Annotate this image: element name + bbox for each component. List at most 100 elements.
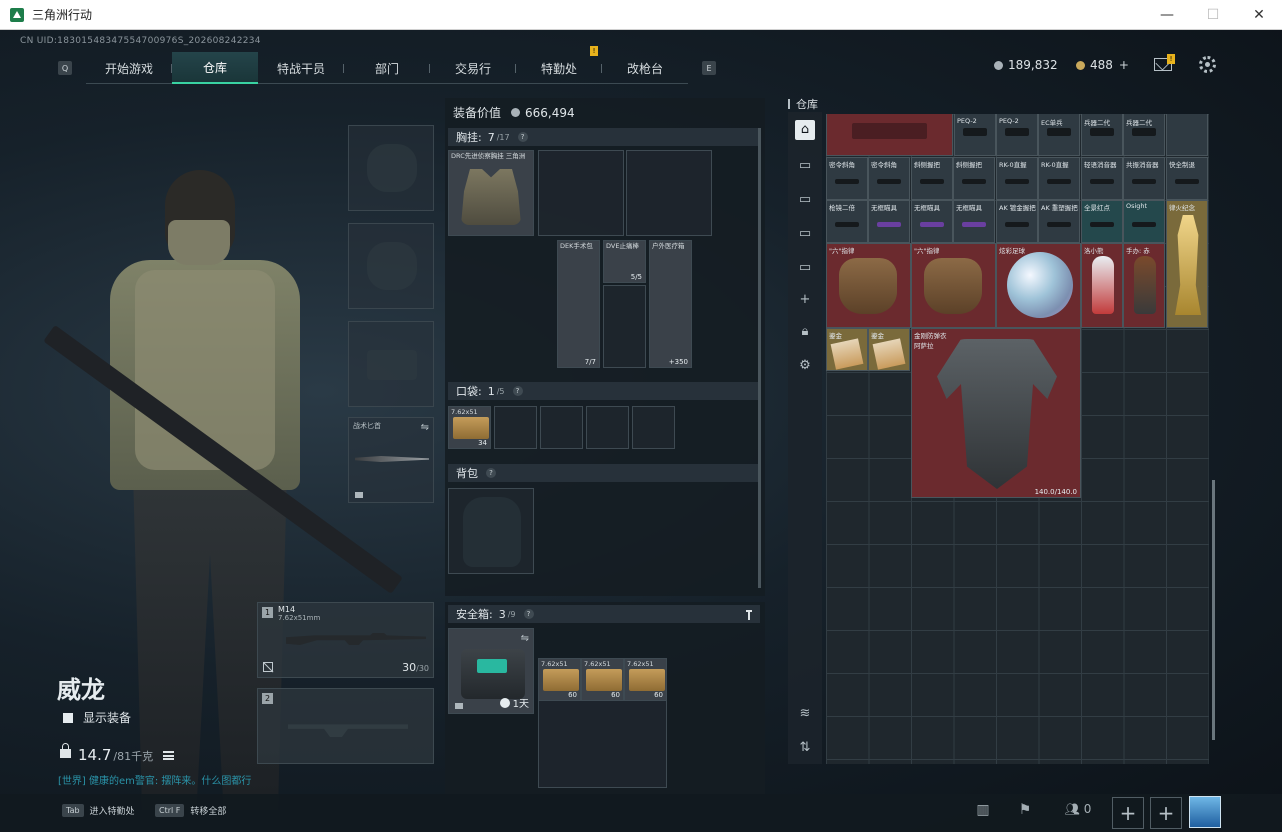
- inventory-item[interactable]: DVE止痛棒 5/5: [603, 240, 646, 283]
- warehouse-item[interactable]: 枪镜二倍: [826, 200, 868, 243]
- tab-special-ops[interactable]: 特勤处!: [516, 46, 602, 84]
- show-gear-checkbox[interactable]: [63, 712, 73, 723]
- warehouse-item[interactable]: 快全制退: [1166, 157, 1208, 200]
- warehouse-item[interactable]: PEQ-2: [954, 114, 996, 156]
- warehouse-item[interactable]: AK 镀金握把: [996, 200, 1038, 243]
- warehouse-item[interactable]: [826, 114, 953, 156]
- pocket-item[interactable]: 7.62x51 34: [448, 406, 491, 449]
- warehouse-item[interactable]: PEQ-2: [996, 114, 1038, 156]
- nav-prev-key[interactable]: Q: [58, 61, 72, 75]
- warehouse-item[interactable]: 无框瞄具: [911, 200, 953, 243]
- add-currency-button[interactable]: +: [1119, 58, 1129, 72]
- chest-slot[interactable]: [538, 150, 624, 236]
- player-avatar[interactable]: [1189, 796, 1221, 828]
- minimize-button[interactable]: —: [1144, 0, 1190, 30]
- pistol-slot[interactable]: [348, 321, 434, 407]
- swap-icon[interactable]: ⇋: [421, 422, 429, 433]
- helmet-slot[interactable]: [348, 125, 434, 211]
- chest-slot[interactable]: [626, 150, 712, 236]
- pocket-slot[interactable]: [632, 406, 675, 449]
- pocket-slot[interactable]: [540, 406, 583, 449]
- pocket-slot[interactable]: [586, 406, 629, 449]
- invite-slot-button[interactable]: +: [1112, 797, 1144, 829]
- gold-currency[interactable]: 488 +: [1076, 58, 1129, 72]
- warehouse-item[interactable]: 鎏金: [826, 328, 868, 371]
- invite-slot-button[interactable]: +: [1150, 797, 1182, 829]
- team-icon[interactable]: 👥︎ 0: [1060, 802, 1096, 822]
- storage-settings-icon[interactable]: ⚙: [795, 356, 815, 376]
- warehouse-item[interactable]: [1166, 114, 1208, 156]
- tab-department[interactable]: 部门: [344, 52, 430, 84]
- help-icon[interactable]: ?: [512, 386, 523, 396]
- stats-icon[interactable]: ▥: [972, 802, 994, 822]
- warehouse-item[interactable]: 鎏金: [868, 328, 910, 371]
- safebox-item[interactable]: 7.62x51 60: [538, 658, 581, 701]
- warehouse-item[interactable]: 律火纪念: [1166, 200, 1208, 328]
- warehouse-item[interactable]: 手办: 赤: [1123, 243, 1165, 328]
- list-icon[interactable]: [163, 751, 175, 760]
- pocket-slot[interactable]: [494, 406, 537, 449]
- storage-page-icon[interactable]: ▭: [795, 156, 815, 176]
- warehouse-item[interactable]: 轻语消音器: [1081, 157, 1123, 200]
- warehouse-item[interactable]: 斜侧握把: [953, 157, 995, 200]
- tab-start-game[interactable]: 开始游戏: [86, 52, 172, 84]
- warehouse-scrollbar[interactable]: [1212, 480, 1215, 740]
- storage-page-icon[interactable]: ▭: [795, 258, 815, 278]
- help-icon[interactable]: ?: [486, 468, 496, 478]
- chest-slot[interactable]: [603, 285, 646, 368]
- special-ops-hint[interactable]: Tab 进入特勤处: [62, 804, 135, 817]
- warehouse-item[interactable]: RK-0直握: [996, 157, 1038, 200]
- storage-tab-icon[interactable]: ⌂: [795, 120, 815, 140]
- lock-storage-icon[interactable]: 🔒︎: [795, 322, 815, 342]
- warehouse-item[interactable]: Osight: [1123, 200, 1165, 243]
- swap-icon[interactable]: ⇋: [521, 633, 529, 644]
- backpack-slot[interactable]: [448, 488, 534, 574]
- warehouse-item[interactable]: 密令斜角: [868, 157, 910, 200]
- safebox-item[interactable]: 7.62x51 60: [581, 658, 624, 701]
- warehouse-item[interactable]: 密令斜角: [826, 157, 868, 200]
- warehouse-item[interactable]: 无框瞄具: [868, 200, 910, 243]
- nav-next-key[interactable]: E: [702, 61, 716, 75]
- warehouse-item[interactable]: 洛小熊: [1081, 243, 1123, 328]
- safebox-item[interactable]: 7.62x51 60: [624, 658, 667, 701]
- pin-icon[interactable]: [746, 610, 752, 620]
- inventory-item[interactable]: 户外医疗箱 +350: [649, 240, 692, 368]
- melee-slot[interactable]: 战术匕首 ⇋: [348, 417, 434, 503]
- settings-gear-icon[interactable]: [1199, 56, 1216, 73]
- warehouse-grid[interactable]: PEQ-2 PEQ-2 EC单兵 兵器二代 兵器二代 密令斜角 密令斜角 斜侧握…: [826, 114, 1209, 764]
- warehouse-item[interactable]: AK 重塑握把: [1038, 200, 1080, 243]
- warehouse-item[interactable]: 斜侧握把: [911, 157, 953, 200]
- armor-slot[interactable]: [348, 223, 434, 309]
- warehouse-item[interactable]: 兵器二代: [1123, 114, 1165, 156]
- tab-operators[interactable]: 特战干员: [258, 52, 344, 84]
- help-icon[interactable]: ?: [517, 132, 528, 142]
- warehouse-item[interactable]: 无框瞄具: [953, 200, 995, 243]
- warehouse-item[interactable]: 全景红点: [1081, 200, 1123, 243]
- warehouse-item[interactable]: RK-0直握: [1038, 157, 1080, 200]
- primary-weapon-slot[interactable]: 1 M14 7.62x51mm 30/30: [257, 602, 434, 678]
- show-gear-toggle[interactable]: 显示装备: [63, 709, 131, 726]
- warehouse-item[interactable]: "六"指律: [911, 243, 996, 328]
- sort-icon[interactable]: ⇅: [795, 738, 815, 758]
- storage-page-icon[interactable]: ▭: [795, 224, 815, 244]
- flag-icon[interactable]: ⚑: [1014, 802, 1036, 822]
- warehouse-item[interactable]: EC单兵: [1038, 114, 1080, 156]
- tab-gunsmith[interactable]: 改枪台: [602, 52, 688, 84]
- add-storage-icon[interactable]: +: [795, 290, 815, 310]
- tab-warehouse[interactable]: 仓库: [172, 52, 258, 84]
- chest-rig-item[interactable]: DRC先进侦察胸挂 三角洲: [448, 150, 534, 236]
- world-chat-message[interactable]: [世界] 健康的em警官: 摆阵来。什么图都行: [58, 772, 251, 787]
- secondary-weapon-slot[interactable]: 2: [257, 688, 434, 764]
- close-button[interactable]: ✕: [1236, 0, 1282, 30]
- warehouse-item[interactable]: 炫彩足球: [996, 243, 1081, 328]
- storage-page-icon[interactable]: ▭: [795, 190, 815, 210]
- help-icon[interactable]: ?: [523, 609, 534, 619]
- equipment-scrollbar[interactable]: [758, 128, 761, 588]
- tab-market[interactable]: 交易行: [430, 52, 516, 84]
- warehouse-item[interactable]: 金刚防弹衣 阿萨拉 140.0/140.0: [911, 328, 1081, 498]
- warehouse-item[interactable]: 共振消音器: [1123, 157, 1165, 200]
- warehouse-item[interactable]: "六"指律: [826, 243, 911, 328]
- inventory-item[interactable]: DEK手术包 7/7: [557, 240, 600, 368]
- safebox-item[interactable]: ⇋ 1天: [448, 628, 534, 714]
- warehouse-item[interactable]: 兵器二代: [1081, 114, 1123, 156]
